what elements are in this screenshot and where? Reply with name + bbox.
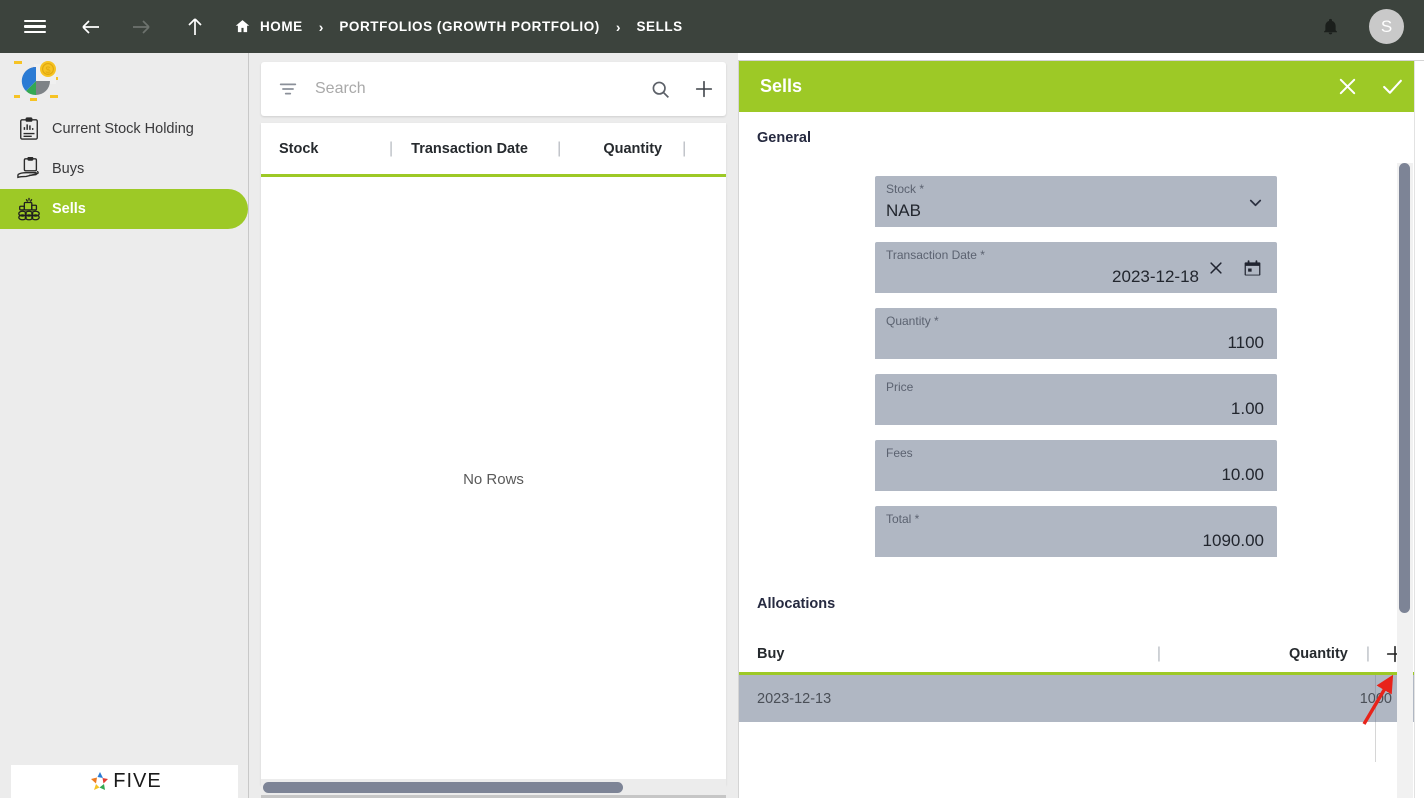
money-stack-icon (12, 196, 46, 222)
allocations-header-row: Buy | Quantity | (739, 636, 1424, 675)
grid-column-separator-2: | (557, 139, 562, 157)
grid-empty-message: No Rows (463, 471, 524, 488)
allocations-column-separator-2: | (1365, 645, 1370, 662)
dropdown-chevron-icon[interactable] (1246, 193, 1265, 217)
arrow-right-icon (124, 10, 158, 44)
allocations-section-title: Allocations (757, 596, 836, 612)
table-row[interactable]: 2023-12-13 1000 (739, 675, 1424, 722)
grid-header-row: Stock | Transaction Date | Quantity | (261, 123, 726, 177)
home-icon (234, 18, 251, 35)
field-value-quantity: 1100 (1227, 333, 1264, 352)
field-value-stock: NAB (886, 201, 921, 220)
top-bar: HOME › PORTFOLIOS (GROWTH PORTFOLIO) › S… (0, 0, 1424, 53)
arrow-left-icon[interactable] (74, 10, 108, 44)
svg-text:$: $ (45, 65, 50, 75)
allocation-cell-buy: 2023-12-13 (757, 690, 832, 707)
sidebar-item-buys[interactable]: Buys (0, 149, 248, 189)
detail-vertical-scrollbar-thumb[interactable] (1399, 163, 1410, 613)
allocations-column-separator-1: | (1156, 645, 1162, 662)
allocation-row-divider (1375, 675, 1376, 722)
top-bar-right: S (1313, 9, 1404, 44)
check-icon[interactable] (1370, 64, 1415, 109)
field-transaction-date[interactable]: Transaction Date * 2023-12-18 (875, 242, 1277, 293)
grid-horizontal-scrollbar[interactable] (261, 779, 726, 795)
app-root: HOME › PORTFOLIOS (GROWTH PORTFOLIO) › S… (0, 0, 1424, 798)
breadcrumb-item-home[interactable]: HOME (234, 18, 303, 35)
allocations-column-buy[interactable]: Buy (757, 646, 784, 662)
hand-clipboard-icon (12, 157, 46, 181)
grid-column-transaction-date[interactable]: Transaction Date (411, 141, 541, 157)
sidebar-item-sells[interactable]: Sells (0, 189, 248, 229)
detail-panel-actions (1325, 64, 1424, 109)
field-fees[interactable]: Fees 10.00 (875, 440, 1277, 491)
detail-vertical-scrollbar[interactable] (1397, 163, 1413, 798)
list-panel: Stock | Transaction Date | Quantity | No… (249, 53, 738, 798)
clear-date-icon[interactable] (1207, 259, 1225, 282)
breadcrumb-label-home: HOME (260, 19, 303, 34)
grid-column-separator-3: | (682, 139, 687, 157)
breadcrumb-label-portfolios: PORTFOLIOS (GROWTH PORTFOLIO) (339, 19, 600, 34)
grid-column-quantity[interactable]: Quantity (603, 141, 662, 157)
clipboard-chart-icon (12, 117, 46, 141)
field-value-fees: 10.00 (1221, 465, 1264, 484)
sidebar-item-label-current-stock-holding: Current Stock Holding (52, 121, 194, 137)
grid-column-stock[interactable]: Stock (279, 141, 389, 157)
allocations-column-quantity[interactable]: Quantity (1289, 646, 1348, 662)
five-footer-logo-text: FIVE (113, 770, 162, 792)
breadcrumb-item-sells[interactable]: SELLS (636, 19, 682, 34)
field-label-fees: Fees (886, 446, 913, 460)
close-icon[interactable] (1325, 64, 1370, 109)
five-star-mark (91, 771, 109, 790)
field-total[interactable]: Total * 1090.00 (875, 506, 1277, 557)
add-record-button[interactable] (682, 78, 726, 100)
app-logo: $ (0, 53, 248, 109)
field-price[interactable]: Price 1.00 (875, 374, 1277, 425)
field-value-price: 1.00 (1230, 399, 1264, 418)
detail-panel-header: Sells (739, 61, 1424, 112)
detail-panel: Sells General Stock * NAB Transaction Da… (738, 60, 1424, 798)
detail-panel-body: General Stock * NAB Transaction Date * 2… (739, 112, 1424, 798)
general-fields: Stock * NAB Transaction Date * 2023-12-1… (739, 176, 1424, 557)
field-label-quantity: Quantity * (886, 314, 939, 328)
field-value-transaction-date: 2023-12-18 (1112, 267, 1199, 286)
sidebar-item-current-stock-holding[interactable]: Current Stock Holding (0, 109, 248, 149)
sidebar-item-label-sells: Sells (52, 201, 86, 217)
detail-panel-title: Sells (760, 76, 803, 96)
hamburger-icon[interactable] (18, 10, 52, 44)
filter-icon[interactable] (277, 78, 299, 100)
search-input[interactable] (315, 80, 638, 98)
pie-chart-coin-logo: $ (14, 61, 58, 101)
breadcrumb-separator-2: › (615, 18, 621, 35)
grid-horizontal-scrollbar-thumb[interactable] (263, 782, 623, 793)
five-footer-logo: FIVE (11, 765, 238, 798)
bell-icon[interactable] (1313, 10, 1347, 44)
field-stock[interactable]: Stock * NAB (875, 176, 1277, 227)
sidebar: $ Current Stock Holding Buys Sells FIVE (0, 53, 249, 798)
avatar[interactable]: S (1369, 9, 1404, 44)
field-label-transaction-date: Transaction Date * (886, 248, 985, 262)
field-value-total: 1090.00 (1202, 531, 1264, 550)
search-bar (261, 62, 726, 116)
allocations-empty-divider (1375, 722, 1376, 762)
breadcrumb-separator-1: › (318, 18, 324, 35)
breadcrumb-item-portfolios[interactable]: PORTFOLIOS (GROWTH PORTFOLIO) (339, 19, 599, 34)
grid-column-separator-1: | (389, 139, 394, 157)
sidebar-item-label-buys: Buys (52, 161, 85, 177)
field-quantity[interactable]: Quantity * 1100 (875, 308, 1277, 359)
arrow-up-icon[interactable] (178, 10, 212, 44)
field-label-stock: Stock * (886, 182, 925, 196)
calendar-icon[interactable] (1242, 258, 1263, 284)
sells-grid: Stock | Transaction Date | Quantity | No… (261, 123, 726, 785)
allocations-empty-area (739, 722, 1424, 762)
detail-panel-right-edge (1414, 61, 1424, 798)
field-label-total: Total * (886, 512, 920, 526)
breadcrumb-label-sells: SELLS (636, 19, 683, 34)
avatar-initial: S (1380, 16, 1393, 36)
search-icon[interactable] (638, 79, 682, 100)
breadcrumb: HOME › PORTFOLIOS (GROWTH PORTFOLIO) › S… (234, 18, 683, 35)
general-section-title: General (757, 130, 811, 146)
grid-body: No Rows (261, 177, 726, 782)
field-label-price: Price (886, 380, 914, 394)
